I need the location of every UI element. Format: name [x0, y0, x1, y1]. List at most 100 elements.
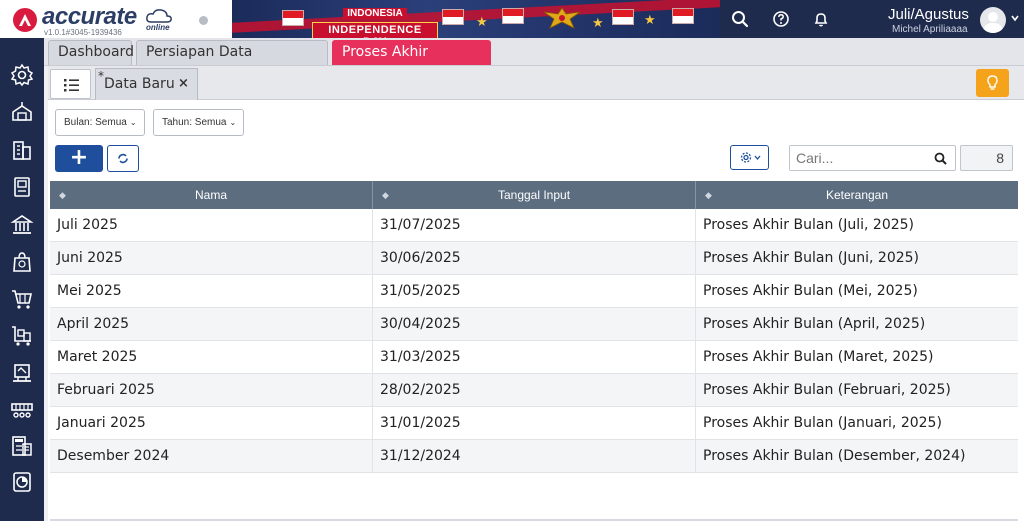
table-row[interactable]: Desember 2024 31/12/2024 Proses Akhir Bu…	[50, 440, 1018, 473]
cell-tanggal-input: 31/12/2024	[373, 440, 696, 472]
accurate-logo-icon	[13, 8, 37, 32]
column-header-keterangan[interactable]: ◆ Keterangan	[696, 181, 1018, 209]
flag-icon	[282, 10, 304, 26]
ledger-icon[interactable]	[10, 175, 34, 199]
cell-keterangan: Proses Akhir Bulan (Maret, 2025)	[703, 349, 934, 365]
add-button[interactable]: +	[55, 145, 103, 172]
cell-nama: Januari 2025	[50, 407, 373, 439]
cart-icon[interactable]	[10, 287, 34, 311]
sales-bag-icon[interactable]	[10, 250, 34, 274]
table-row[interactable]: Maret 2025 31/03/2025 Proses Akhir Bulan…	[50, 341, 1018, 374]
table-row[interactable]: April 2025 30/04/2025 Proses Akhir Bulan…	[50, 308, 1018, 341]
sort-icon: ◆	[382, 190, 389, 200]
top-header: accurate online v1.0.1#3045-1939436 INDO…	[0, 0, 1024, 38]
cell-keterangan: Proses Akhir Bulan (Mei, 2025)	[703, 283, 918, 299]
tab-persiapan-data-perusahaan[interactable]: Persiapan Data Perusahaan	[136, 40, 328, 83]
search-icon[interactable]	[731, 10, 749, 28]
version-label: v1.0.1#3045-1939436	[44, 28, 122, 37]
inventory-icon[interactable]	[10, 100, 34, 124]
tab-dashboard[interactable]: Dashboard	[48, 40, 134, 65]
month-filter-dropdown[interactable]: Bulan: Semua ⌄	[55, 109, 145, 136]
cell-keterangan: Proses Akhir Bulan (Desember, 2024)	[703, 448, 966, 464]
refresh-icon	[118, 153, 128, 164]
sort-icon: ◆	[59, 190, 66, 200]
cell-nama: Maret 2025	[50, 341, 373, 373]
banner-line-2: INDEPENDENCE DAY	[312, 22, 438, 38]
year-filter-value: Tahun: Semua	[162, 117, 227, 128]
close-icon[interactable]: ×	[178, 69, 189, 99]
bank-icon[interactable]	[10, 213, 34, 237]
search-field[interactable]	[789, 145, 956, 171]
cell-keterangan: Proses Akhir Bulan (Juli, 2025)	[703, 217, 915, 233]
production-icon[interactable]	[10, 398, 34, 422]
lightbulb-icon	[987, 75, 998, 90]
unsaved-indicator: *	[98, 69, 104, 83]
table-row[interactable]: Januari 2025 31/01/2025 Proses Akhir Bul…	[50, 407, 1018, 440]
table-row[interactable]: Mei 2025 31/05/2025 Proses Akhir Bulan (…	[50, 275, 1018, 308]
gear-icon	[740, 152, 761, 163]
chevron-down-icon: ⌄	[229, 118, 237, 127]
chevron-down-icon[interactable]	[1010, 13, 1020, 23]
table-row[interactable]: Februari 2025 28/02/2025 Proses Akhir Bu…	[50, 374, 1018, 407]
refresh-button[interactable]	[107, 145, 139, 172]
sub-tab-bar: * Data Baru ×	[48, 66, 1024, 100]
cell-keterangan: Proses Akhir Bulan (Februari, 2025)	[703, 382, 951, 398]
cell-nama: Mei 2025	[50, 275, 373, 307]
logo-subtext: online	[146, 23, 170, 32]
record-count: 8	[960, 145, 1013, 171]
logo-text: accurate	[42, 3, 137, 30]
tab-data-baru[interactable]: * Data Baru ×	[95, 68, 198, 100]
column-header-label: Tanggal Input	[497, 188, 571, 202]
sidebar	[0, 38, 44, 521]
tab-label: Dashboard	[58, 44, 134, 60]
list-icon	[64, 79, 79, 92]
star-icon: ★	[592, 15, 604, 30]
purchase-icon[interactable]	[10, 324, 34, 348]
cell-nama: Desember 2024	[50, 440, 373, 472]
logo-area[interactable]: accurate online v1.0.1#3045-1939436	[0, 0, 232, 38]
report-icon[interactable]	[10, 470, 34, 494]
table-row[interactable]: Juni 2025 30/06/2025 Proses Akhir Bulan …	[50, 242, 1018, 275]
cell-tanggal-input: 30/04/2025	[373, 308, 696, 340]
flag-icon	[502, 8, 524, 24]
tips-button[interactable]	[976, 69, 1009, 97]
tab-proses-akhir-bulan[interactable]: Proses Akhir Bulan✕	[332, 40, 491, 83]
cell-tanggal-input: 31/01/2025	[373, 407, 696, 439]
bell-icon[interactable]	[812, 10, 830, 28]
search-icon[interactable]	[934, 152, 947, 165]
column-header-tanggal-input[interactable]: ◆ Tanggal Input	[373, 181, 696, 209]
asset-icon[interactable]	[10, 361, 34, 385]
banner-line-1: INDONESIA	[343, 8, 407, 19]
column-header-label: Nama	[194, 188, 227, 202]
user-period[interactable]: Juli/Agustus	[888, 6, 969, 23]
year-filter-dropdown[interactable]: Tahun: Semua ⌄	[153, 109, 244, 136]
flag-icon	[672, 8, 694, 24]
independence-day-banner: INDONESIA INDEPENDENCE DAY ★ ★ ★	[232, 0, 720, 38]
cell-tanggal-input: 31/05/2025	[373, 275, 696, 307]
table-header: ◆ Nama ◆ Tanggal Input ◆ Keterangan	[50, 181, 1018, 209]
chevron-down-icon: ⌄	[129, 118, 137, 127]
star-icon: ★	[476, 14, 488, 29]
cell-tanggal-input: 31/03/2025	[373, 341, 696, 373]
main-tab-bar: Dashboard Persiapan Data Perusahaan Pros…	[44, 38, 1024, 83]
sort-icon: ◆	[705, 190, 712, 200]
banner-title: INDONESIA INDEPENDENCE DAY	[312, 3, 438, 38]
cell-keterangan: Proses Akhir Bulan (Januari, 2025)	[703, 415, 942, 431]
help-icon[interactable]	[772, 10, 790, 28]
column-header-nama[interactable]: ◆ Nama	[50, 181, 373, 209]
star-icon: ★	[644, 12, 656, 27]
search-input[interactable]	[790, 146, 930, 170]
cell-nama: Juli 2025	[50, 209, 373, 241]
avatar[interactable]	[980, 7, 1006, 33]
tax-icon[interactable]	[10, 434, 34, 458]
list-view-button[interactable]	[50, 69, 91, 99]
cell-keterangan: Proses Akhir Bulan (April, 2025)	[703, 316, 926, 332]
company-icon[interactable]	[10, 138, 34, 162]
cloud-icon	[146, 9, 172, 23]
table-row[interactable]: Juli 2025 31/07/2025 Proses Akhir Bulan …	[50, 209, 1018, 242]
user-name[interactable]: Michel Apriliaaaa	[892, 24, 968, 35]
column-settings-button[interactable]	[730, 145, 769, 170]
settings-icon[interactable]	[10, 63, 34, 87]
month-filter-value: Bulan: Semua	[64, 117, 127, 128]
status-dot	[199, 16, 208, 25]
